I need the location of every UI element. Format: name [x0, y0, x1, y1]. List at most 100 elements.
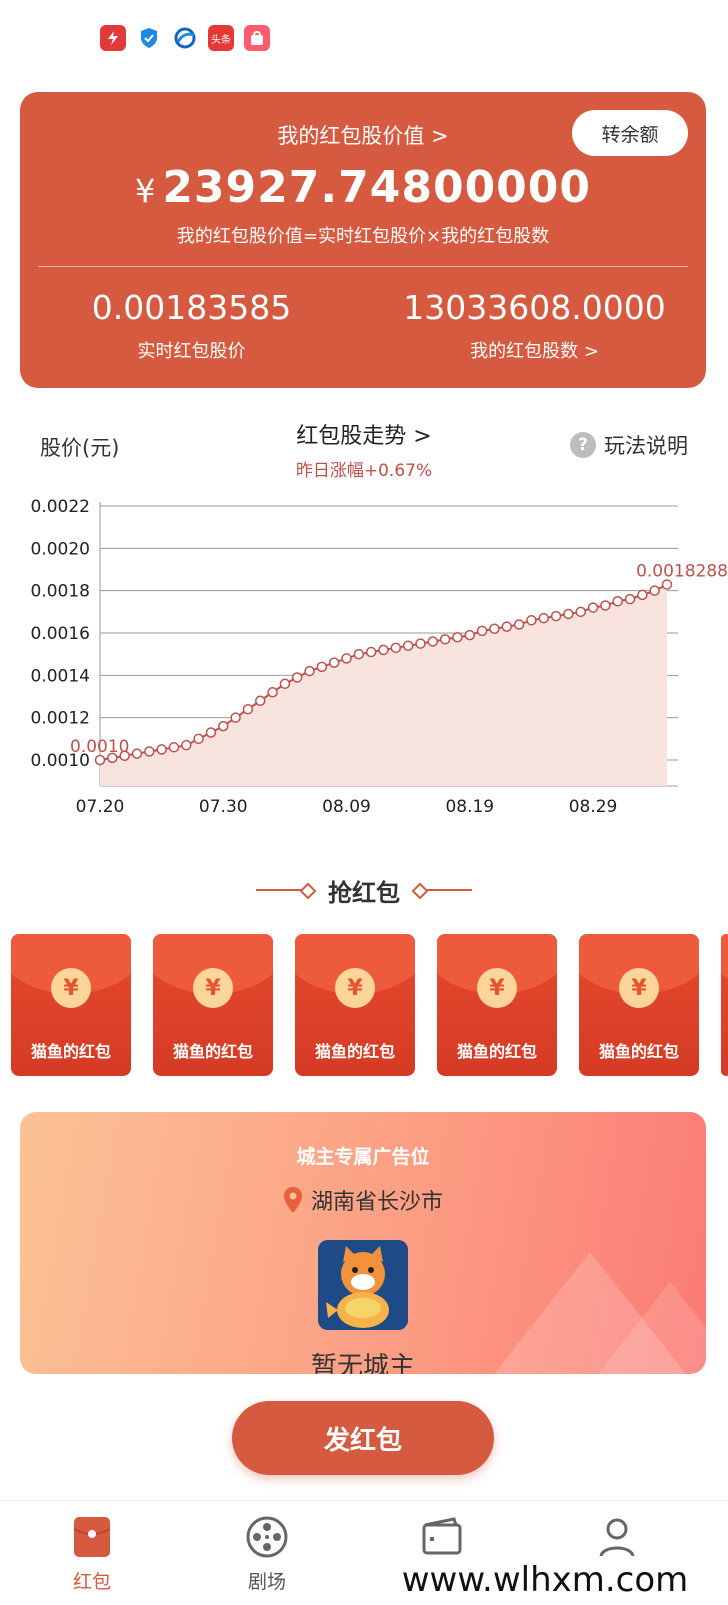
- y-tick-label: 0.0022: [31, 497, 90, 517]
- data-point: [341, 653, 352, 664]
- status-bar: 头条: [100, 24, 270, 52]
- card-divider: [38, 266, 688, 267]
- nav-label-red-envelope: 红包: [72, 1571, 111, 1593]
- data-point: [378, 644, 389, 656]
- red-envelope-card[interactable]: ¥ 猫鱼的红包: [153, 934, 273, 1076]
- data-point: [612, 596, 623, 607]
- decor-line-left: [256, 889, 312, 891]
- data-point: [563, 608, 574, 620]
- howto-button[interactable]: ? 玩法说明: [570, 430, 688, 460]
- red-envelope-card[interactable]: ¥ 猫鱼的红包: [11, 934, 131, 1076]
- data-point: [575, 606, 586, 618]
- shield-icon: [136, 25, 162, 51]
- y-tick-label: 0.0016: [31, 624, 90, 644]
- shares-label[interactable]: 我的红包股数 >: [363, 337, 706, 363]
- data-point: [637, 589, 648, 601]
- grab-header: 抢红包: [0, 872, 728, 908]
- location-pin-icon: [283, 1186, 303, 1214]
- data-point: [230, 712, 241, 723]
- data-point: [365, 646, 377, 658]
- nav-label-theater: 剧场: [247, 1571, 286, 1593]
- red-envelope-card[interactable]: ¥ 猫鱼的红包: [579, 934, 699, 1076]
- envelope-label: 猫鱼的红包: [30, 1042, 111, 1061]
- currency-symbol: ¥: [134, 172, 157, 210]
- toutiao-icon-label: 头条: [211, 34, 231, 46]
- data-point: [587, 602, 599, 613]
- balance-value: ¥23927.74800000: [20, 162, 706, 213]
- data-point: [156, 744, 167, 755]
- watermark: www.wlhxm.com: [362, 1556, 728, 1605]
- balance-card: 转余额 我的红包股价值 > ¥23927.74800000 我的红包股价值=实时…: [20, 92, 706, 388]
- grab-title: 抢红包: [328, 878, 400, 907]
- balance-formula: 我的红包股价值=实时红包股价×我的红包股数: [176, 226, 550, 247]
- city-owner-avatar: [318, 1240, 408, 1330]
- data-point: [279, 678, 291, 690]
- y-tick-label: 0.0014: [31, 666, 90, 686]
- nav-item-red-envelope[interactable]: 红包: [42, 1515, 142, 1594]
- data-point: [205, 727, 217, 738]
- data-point: [390, 642, 402, 654]
- user-icon: [595, 1515, 639, 1559]
- shopping-bag-icon: [244, 25, 270, 51]
- data-point: [624, 593, 636, 605]
- x-tick-label: 07.30: [199, 797, 248, 817]
- data-point: [304, 665, 315, 677]
- data-point: [402, 640, 414, 651]
- yuan-coin-icon: ¥: [193, 968, 233, 1008]
- data-point: [464, 629, 476, 641]
- y-tick-label: 0.0012: [31, 709, 90, 729]
- envelope-label: 猫鱼的红包: [456, 1042, 537, 1061]
- realtime-price-label: 实时红包股价: [137, 341, 246, 362]
- data-point: [550, 610, 562, 622]
- data-point: [526, 615, 537, 626]
- data-point: [218, 720, 229, 732]
- x-tick-label: 08.09: [322, 797, 371, 817]
- trend-header: 股价(元) 红包股走势 > 昨日涨幅+0.67% ? 玩法说明: [0, 410, 728, 481]
- data-point: [513, 619, 525, 630]
- data-point: [144, 746, 155, 757]
- data-point: [168, 742, 180, 753]
- yuan-coin-icon: ¥: [477, 968, 517, 1008]
- nav-item-theater[interactable]: 剧场: [217, 1515, 317, 1594]
- app-root: 头条 转余额 我的红包股价值 > ¥23927.74800000 我的红包股价值…: [0, 0, 728, 1605]
- x-tick-label: 08.19: [445, 797, 494, 817]
- city-location-label: 湖南省长沙市: [310, 1190, 443, 1215]
- data-point: [353, 648, 365, 660]
- data-point: [427, 636, 439, 647]
- data-point: [181, 739, 192, 751]
- last-data-label: 0.0018288: [636, 562, 728, 582]
- red-envelope-card[interactable]: ¥ 猫鱼的红包: [295, 934, 415, 1076]
- city-ad-title: 城主专属广告位: [296, 1146, 430, 1168]
- envelope-label: 猫鱼的红包: [598, 1042, 679, 1061]
- first-data-label: 0.0010: [70, 737, 129, 757]
- data-point: [538, 612, 549, 624]
- city-ad-card[interactable]: 城主专属广告位 湖南省长沙市 暂无城主: [20, 1112, 706, 1374]
- envelope-label: 猫鱼的红包: [314, 1042, 395, 1061]
- city-owner-label: 暂无城主: [310, 1352, 415, 1374]
- app-red-icon: [100, 25, 126, 51]
- data-point: [242, 703, 254, 715]
- wallet-icon: [420, 1515, 464, 1559]
- balance-title[interactable]: 我的红包股价值 >: [20, 120, 706, 150]
- data-point: [489, 623, 500, 635]
- red-envelope-card[interactable]: ¥ 猫鱼的红包: [437, 934, 557, 1076]
- data-point: [452, 631, 463, 643]
- yuan-coin-icon: ¥: [51, 968, 91, 1008]
- data-point: [316, 661, 328, 673]
- film-reel-icon: [245, 1515, 289, 1559]
- realtime-price-value: 0.00183585: [91, 288, 292, 327]
- chart-svg: 0.0010 0.0012 0.0014 0.0016 0.0018 0.0020 0.00…: [31, 497, 728, 817]
- data-point: [600, 600, 611, 611]
- red-envelope-card-partial[interactable]: [721, 934, 728, 1076]
- y-tick-label: 0.0020: [31, 539, 90, 559]
- howto-label: 玩法说明: [604, 434, 688, 458]
- data-point: [476, 625, 488, 637]
- price-trend-chart: 0.0010 0.0012 0.0014 0.0016 0.0018 0.0020 0.00…: [0, 492, 728, 842]
- data-point: [328, 657, 340, 668]
- data-point: [291, 672, 303, 683]
- shares-value: 13033608.0000: [403, 288, 666, 327]
- send-red-envelope-button[interactable]: 发红包: [232, 1401, 494, 1475]
- yuan-coin-icon: ¥: [619, 968, 659, 1008]
- shares-stat[interactable]: 13033608.0000 我的红包股数 >: [363, 288, 706, 363]
- toutiao-icon: 头条: [208, 25, 234, 51]
